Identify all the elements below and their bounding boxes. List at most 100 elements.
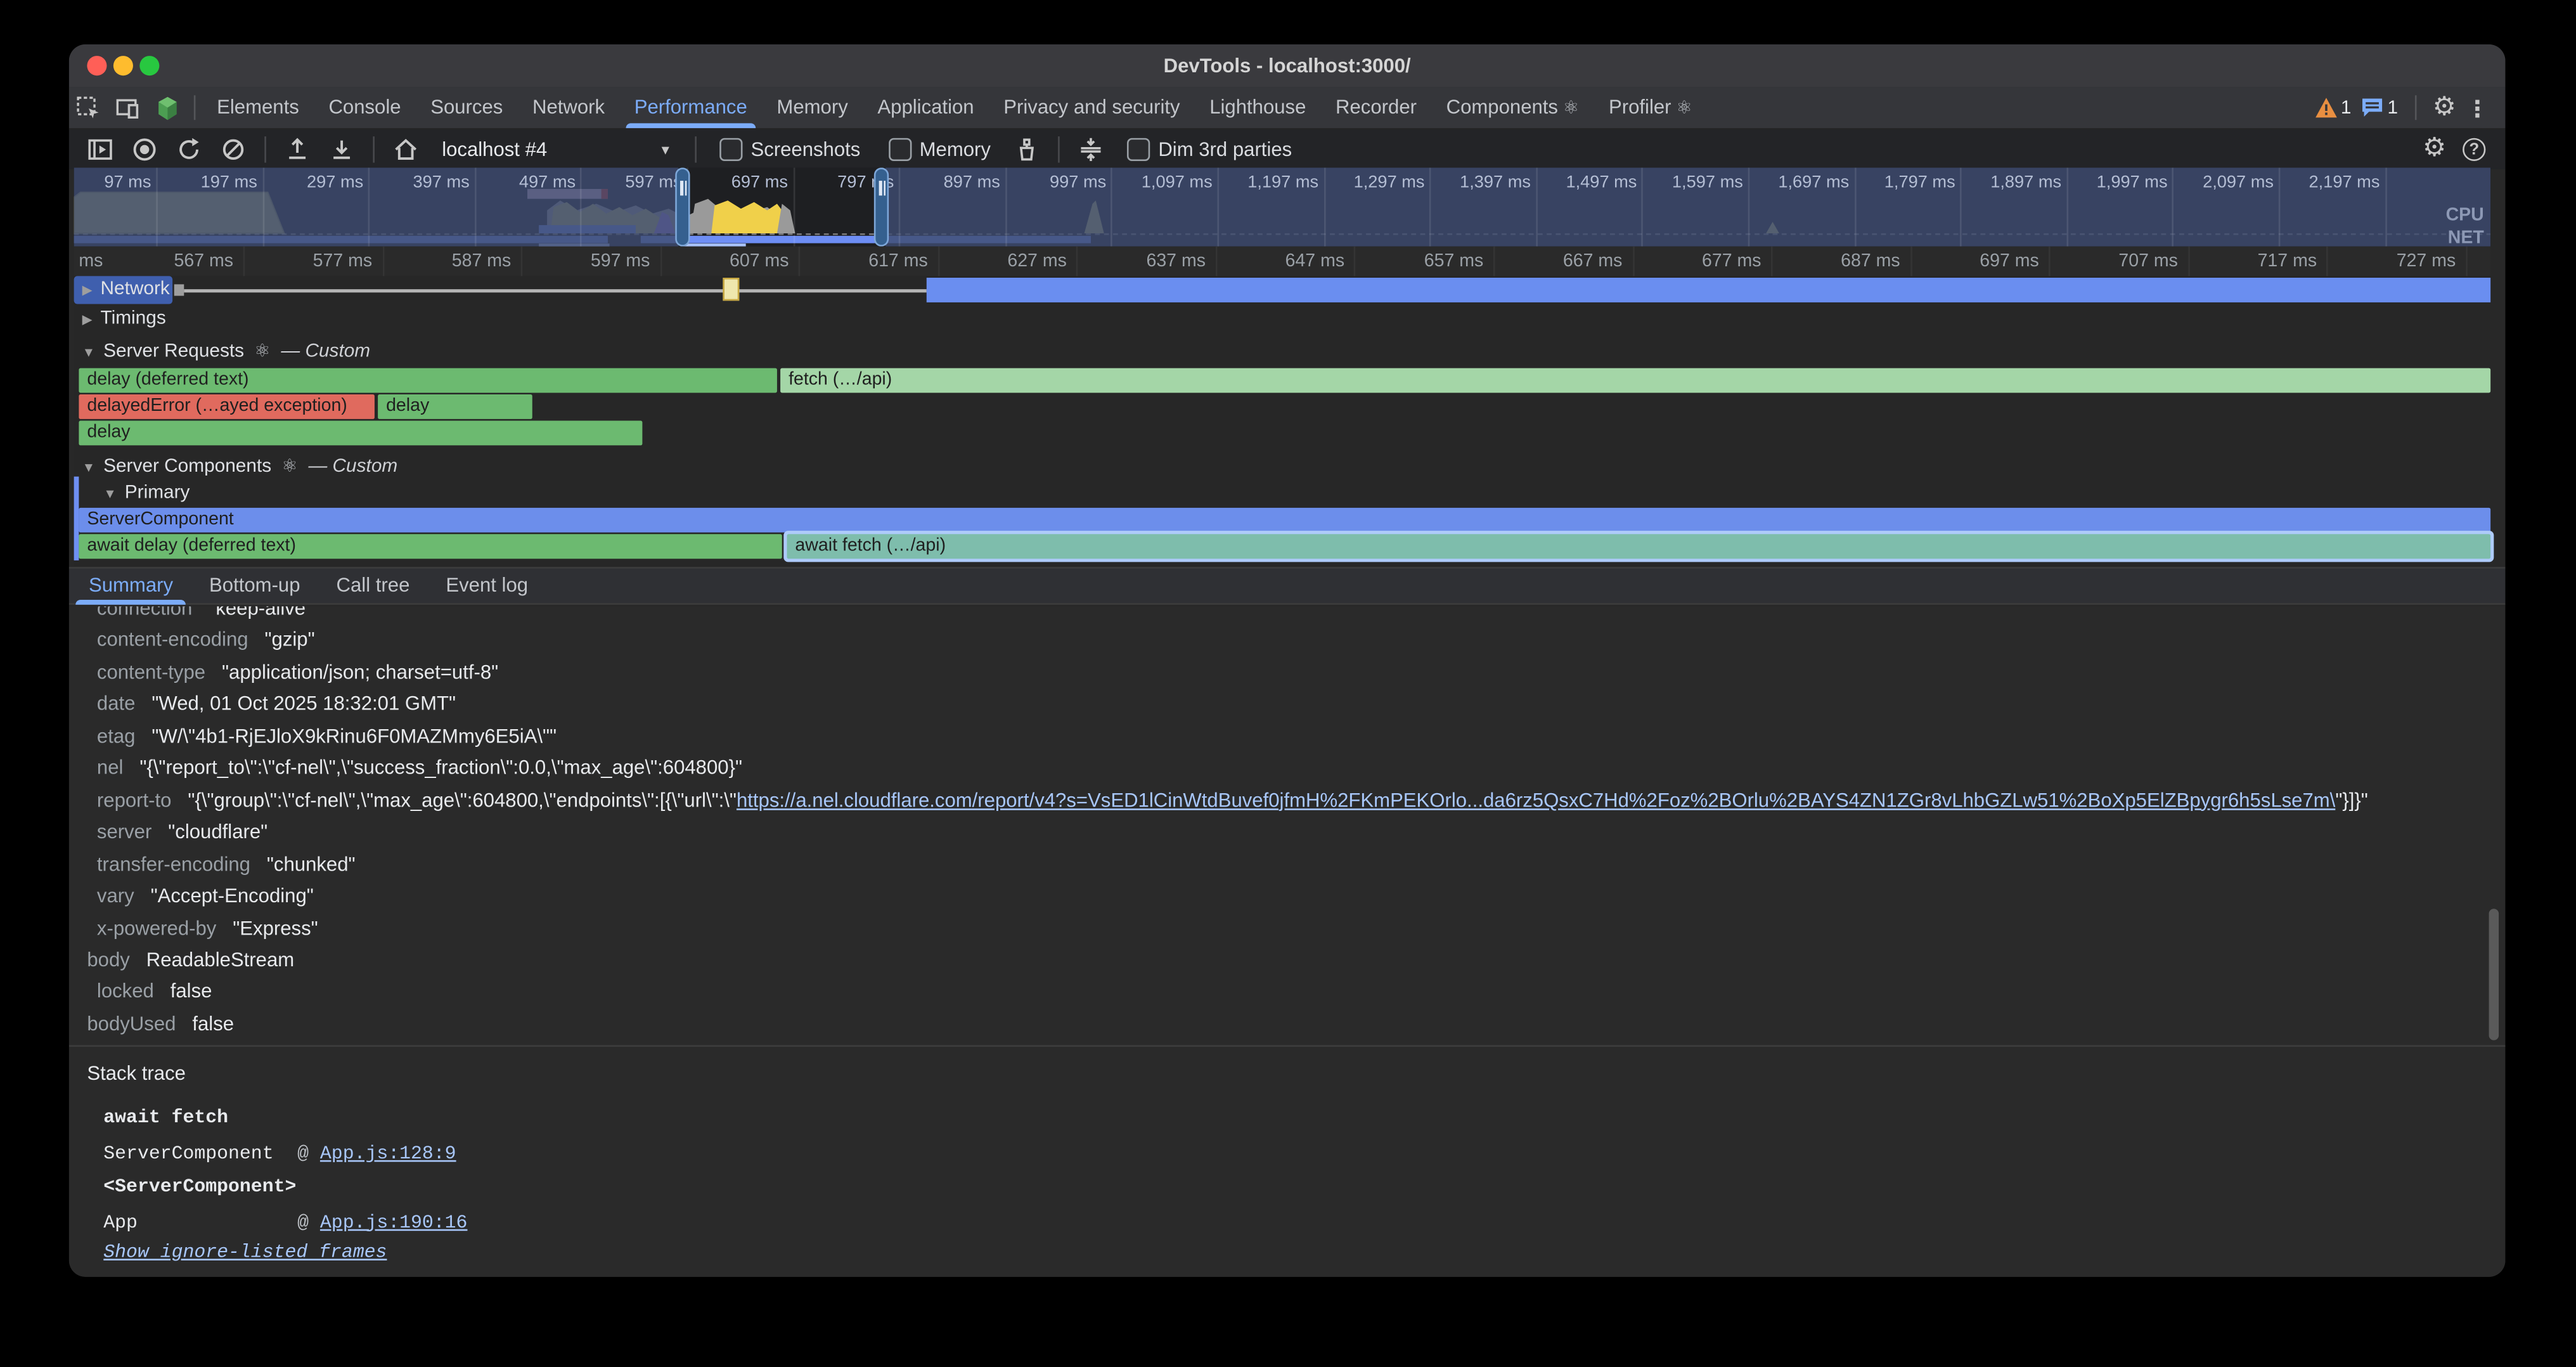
tab-event-log[interactable]: Event log [446, 567, 528, 605]
primary-subtrack-header[interactable]: ▼Primary [103, 483, 190, 503]
memory-checkbox[interactable] [888, 138, 911, 161]
record-button[interactable] [127, 133, 163, 166]
reload-and-record-button[interactable] [171, 133, 207, 166]
clear-button[interactable] [216, 133, 252, 166]
property-value: "gzip" [264, 628, 314, 651]
property-value: "{\"report_to\":\"cf-nel\",\"success_fra… [139, 756, 742, 779]
frame-source-link[interactable]: App.js:128:9 [320, 1144, 456, 1165]
collect-garbage-icon[interactable] [1008, 133, 1045, 166]
stack-frame-show-more: Show ignore-listed frames [103, 1242, 387, 1264]
tab-console[interactable]: Console [314, 87, 416, 128]
details-tabbar: Summary Bottom-up Call tree Event log [69, 567, 2506, 605]
frame-source-link[interactable]: App.js:190:16 [320, 1212, 468, 1233]
detail-row-transfer-encoding: transfer-encoding"chunked" [69, 852, 2506, 883]
overview-gridline [2066, 167, 2068, 246]
warnings-indicator[interactable]: 1 [2314, 97, 2351, 119]
device-toolbar-icon[interactable] [108, 91, 148, 124]
tab-components[interactable]: Components⚛ [1431, 87, 1594, 128]
dim-3rd-parties-checkbox[interactable] [1127, 138, 1150, 161]
ruler-tick-label: 667 ms [1504, 252, 1623, 271]
selection-handle-right[interactable] [874, 167, 889, 246]
issues-indicator[interactable]: 1 [2361, 97, 2398, 119]
scrollbar-thumb[interactable] [2489, 909, 2499, 1040]
flame-bar-delay-2[interactable]: delay [79, 421, 642, 446]
overview-gridline [2385, 167, 2386, 246]
ruler-tick-label: 637 ms [1087, 252, 1206, 271]
kebab-menu-icon[interactable]: ⋮ [2466, 96, 2489, 119]
tab-summary[interactable]: Summary [89, 567, 173, 605]
tab-performance[interactable]: Performance [619, 87, 762, 128]
tab-sources[interactable]: Sources [416, 87, 518, 128]
tab-profiler[interactable]: Profiler⚛ [1594, 87, 1708, 128]
server-components-track-header[interactable]: ▼Server Components ⚛ — Custom [82, 455, 398, 477]
tab-lighthouse[interactable]: Lighthouse [1195, 87, 1321, 128]
home-icon[interactable] [388, 133, 424, 166]
stack-frame: await fetch [103, 1108, 297, 1129]
tab-network[interactable]: Network [518, 87, 620, 128]
flame-bar-await-fetch-selected[interactable]: await fetch (…/api) [787, 534, 2490, 559]
tab-call-tree[interactable]: Call tree [337, 567, 410, 605]
help-icon[interactable]: ? [2463, 138, 2485, 161]
overview-gridline [1642, 167, 1644, 246]
save-profile-icon[interactable] [324, 133, 360, 166]
tab-memory[interactable]: Memory [762, 87, 863, 128]
caret-down-icon: ▼ [82, 345, 96, 360]
flame-bar-fetch-api[interactable]: fetch (…/api) [780, 368, 2490, 393]
stack-trace-title: Stack trace [87, 1061, 186, 1084]
property-value: "Express" [233, 916, 318, 939]
overview-gridline [581, 167, 583, 246]
profile-select[interactable]: localhost #4 ▼ [432, 138, 682, 161]
overview-gridline [1323, 167, 1325, 246]
timings-track-header[interactable]: ▶Timings [82, 309, 166, 328]
ruler-tick-label: 607 ms [671, 252, 789, 271]
screenshots-checkbox-group[interactable]: Screenshots [719, 138, 860, 161]
memory-checkbox-group[interactable]: Memory [888, 138, 991, 161]
network-track-header[interactable]: ▶Network [82, 280, 170, 299]
tab-application[interactable]: Application [863, 87, 989, 128]
tab-elements[interactable]: Elements [202, 87, 314, 128]
caret-down-icon: ▼ [82, 460, 96, 475]
capture-settings-gear-icon[interactable]: ⚙ [2423, 136, 2446, 162]
collapse-sanitize-icon[interactable] [1073, 133, 1109, 166]
property-key: report-to [97, 788, 172, 811]
detail-row-etag: etag"W/\"4b1-RjEJloX9kRinu6F0MAZMmy6E5iA… [69, 724, 2506, 755]
section-divider [69, 1045, 2506, 1047]
settings-gear-icon[interactable]: ⚙ [2433, 94, 2456, 120]
show-ignore-listed-frames-link[interactable]: Show ignore-listed frames [103, 1242, 387, 1264]
property-value: false [192, 1012, 234, 1035]
tab-privacy-security[interactable]: Privacy and security [989, 87, 1195, 128]
ruler-tick-label: ms [79, 252, 103, 271]
toggle-sidebar-icon[interactable] [82, 133, 119, 166]
overview-gridline [1961, 167, 1962, 246]
property-value: "Accept-Encoding" [151, 884, 314, 907]
flame-bar-delay-deferred[interactable]: delay (deferred text) [79, 368, 777, 393]
timeline-overview[interactable]: 97 ms197 ms297 ms397 ms497 ms597 ms697 m… [74, 167, 2491, 246]
server-requests-track-header[interactable]: ▼Server Requests ⚛ — Custom [82, 340, 371, 362]
flame-bar-server-component[interactable]: ServerComponent [79, 508, 2490, 533]
load-profile-icon[interactable] [280, 133, 316, 166]
frame-function-name: <ServerComponent> [103, 1176, 297, 1197]
flame-bar-delayed-error[interactable]: delayedError (…ayed exception) [79, 394, 375, 419]
screenshots-checkbox[interactable] [719, 138, 742, 161]
property-key: date [97, 692, 136, 715]
overview-gridline [1429, 167, 1431, 246]
flame-bar-await-delay[interactable]: await delay (deferred text) [79, 534, 782, 559]
react-atom-icon: ⚛ [1563, 99, 1580, 119]
network-request-queueing-block[interactable] [723, 278, 739, 301]
inspect-element-icon[interactable] [69, 91, 108, 124]
selection-handle-left[interactable] [675, 167, 690, 246]
report-to-url-link[interactable]: https://a.nel.cloudflare.com/report/v4?s… [737, 788, 2335, 811]
window-title: DevTools - localhost:3000/ [69, 44, 2506, 87]
property-key: locked [97, 980, 154, 1003]
tab-recorder[interactable]: Recorder [1321, 87, 1432, 128]
overview-tick-label: 1,397 ms [1433, 172, 1531, 192]
overview-tick-label: 97 ms [74, 172, 151, 192]
property-value: "Wed, 01 Oct 2025 18:32:01 GMT" [151, 692, 456, 715]
tab-bottom-up[interactable]: Bottom-up [209, 567, 300, 605]
dim-3rd-parties-group[interactable]: Dim 3rd parties [1127, 138, 1292, 161]
extension-gem-icon[interactable] [148, 91, 187, 124]
overview-tick-label: 1,497 ms [1538, 172, 1637, 192]
network-request-bar[interactable] [927, 277, 2490, 302]
flame-bar-delay[interactable]: delay [378, 394, 532, 419]
detail-row-nel: nel"{\"report_to\":\"cf-nel\",\"success_… [69, 756, 2506, 787]
